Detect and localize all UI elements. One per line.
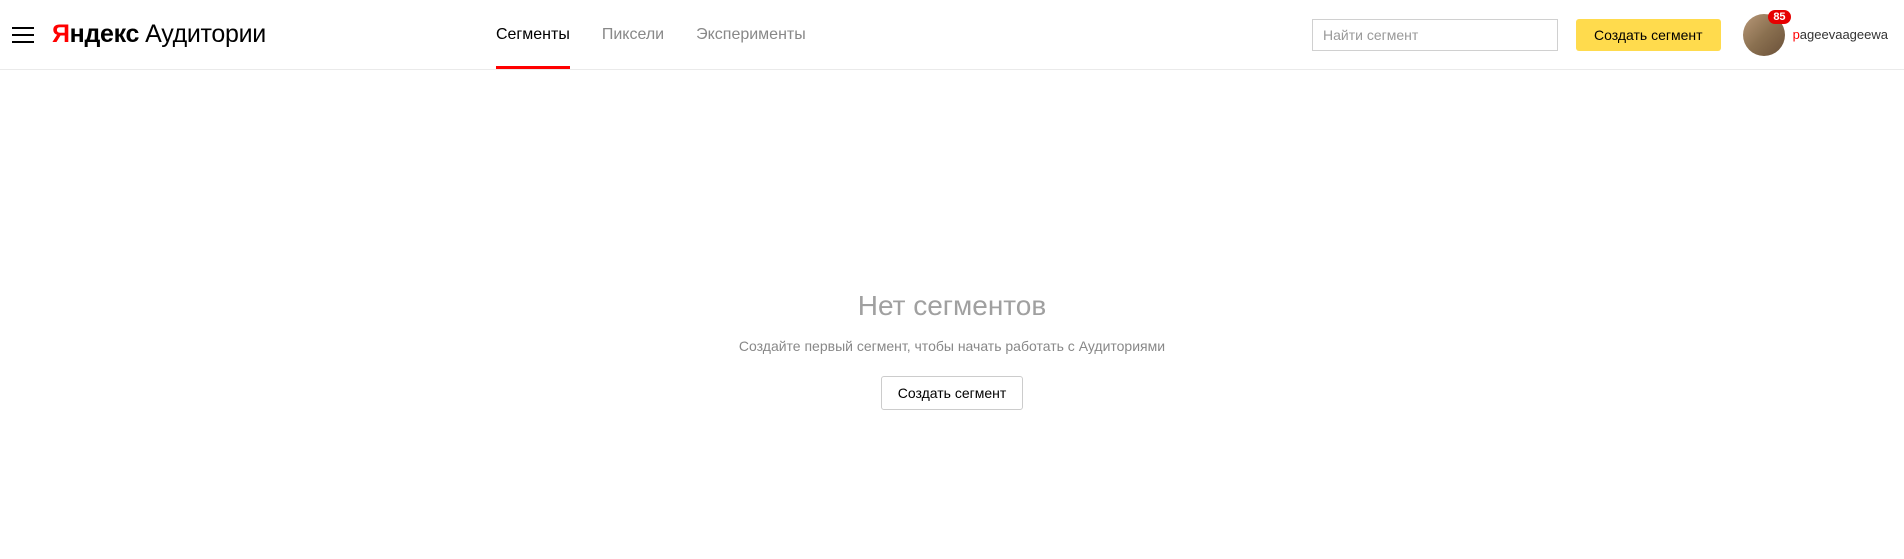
menu-icon[interactable] — [12, 27, 34, 43]
search-input[interactable] — [1312, 19, 1558, 51]
tabs: Сегменты Пиксели Эксперименты — [496, 0, 838, 69]
empty-state-title: Нет сегментов — [0, 290, 1904, 322]
empty-create-segment-button[interactable]: Создать сегмент — [881, 376, 1024, 410]
notification-badge: 85 — [1768, 10, 1790, 24]
logo-product: Аудитории — [145, 20, 266, 49]
logo[interactable]: Яндекс Аудитории — [52, 20, 266, 49]
tab-experiments[interactable]: Эксперименты — [696, 0, 806, 69]
user-block[interactable]: 85 pageevaageewa — [1743, 14, 1888, 56]
tab-label: Сегменты — [496, 26, 570, 44]
avatar: 85 — [1743, 14, 1785, 56]
tab-label: Пиксели — [602, 26, 664, 44]
header: Яндекс Аудитории Сегменты Пиксели Экспер… — [0, 0, 1904, 70]
empty-state-subtitle: Создайте первый сегмент, чтобы начать ра… — [0, 338, 1904, 354]
main-content: Нет сегментов Создайте первый сегмент, ч… — [0, 70, 1904, 410]
username-first: p — [1793, 27, 1800, 42]
tab-label: Эксперименты — [696, 26, 806, 44]
tab-pixels[interactable]: Пиксели — [602, 0, 664, 69]
create-segment-button[interactable]: Создать сегмент — [1576, 19, 1721, 51]
logo-ya: Я — [52, 20, 70, 49]
username-rest: ageevaageewa — [1800, 27, 1888, 42]
tab-segments[interactable]: Сегменты — [496, 0, 570, 69]
logo-ndex: ндекс — [70, 20, 139, 49]
username: pageevaageewa — [1793, 27, 1888, 42]
